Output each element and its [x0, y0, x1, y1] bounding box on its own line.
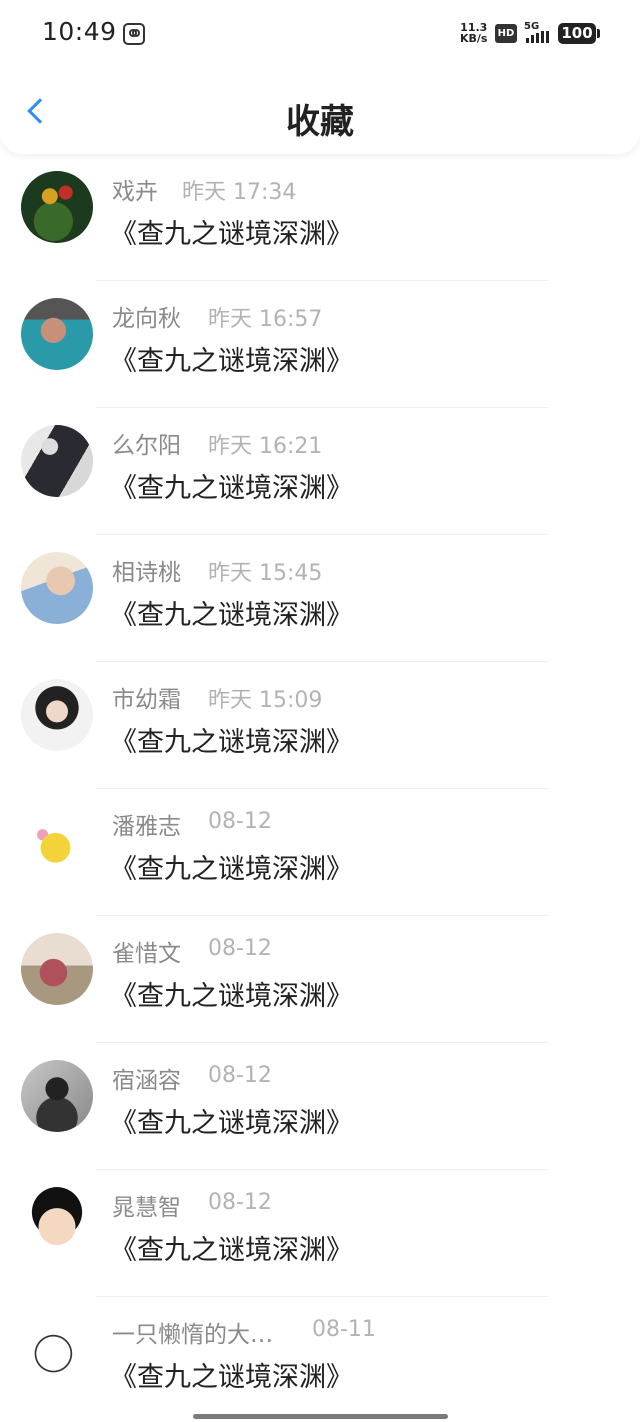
navigation-bar: 收藏 [0, 68, 640, 154]
favorite-time: 昨天 15:09 [208, 688, 323, 713]
battery-icon: 100 [558, 23, 600, 44]
network-speed: 11.3 KB/s [460, 22, 487, 44]
favorite-time: 昨天 16:57 [208, 307, 323, 332]
favorite-time: 08-11 [312, 1317, 376, 1342]
user-name: 市幼霜 [112, 687, 181, 713]
user-avatar[interactable] [21, 171, 93, 243]
user-name: 戏卉 [112, 179, 158, 205]
status-bar: 10:49 11.3 KB/s HD 5G 100 [0, 0, 640, 68]
favorite-title[interactable]: 《查九之谜境深渊》 [110, 1101, 353, 1140]
network-speed-unit: KB/s [460, 32, 488, 45]
favorite-title[interactable]: 《查九之谜境深渊》 [110, 720, 353, 759]
favorite-title[interactable]: 《查九之谜境深渊》 [110, 593, 353, 632]
favorite-list-item[interactable]: 市幼霜 昨天 15:09 《查九之谜境深渊》 [0, 662, 640, 789]
favorite-title[interactable]: 《查九之谜境深渊》 [110, 847, 353, 886]
user-name: 雀惜文 [112, 941, 181, 967]
favorite-time: 08-12 [208, 1063, 272, 1088]
favorite-time: 昨天 15:45 [208, 561, 323, 586]
favorite-title[interactable]: 《查九之谜境深渊》 [110, 339, 353, 378]
page-title: 收藏 [286, 102, 354, 142]
user-name: 晁慧智 [112, 1195, 181, 1221]
home-indicator[interactable] [193, 1414, 448, 1419]
user-avatar[interactable] [21, 1314, 93, 1386]
favorite-list-item[interactable]: 潘雅志 08-12 《查九之谜境深渊》 [0, 789, 640, 916]
favorite-title[interactable]: 《查九之谜境深渊》 [110, 212, 353, 251]
favorite-title[interactable]: 《查九之谜境深渊》 [110, 466, 353, 505]
favorite-title[interactable]: 《查九之谜境深渊》 [110, 1228, 353, 1267]
favorite-time: 08-12 [208, 1190, 272, 1215]
user-name: 潘雅志 [112, 814, 181, 840]
user-avatar[interactable] [21, 933, 93, 1005]
user-avatar[interactable] [21, 679, 93, 751]
favorite-list-item[interactable]: 相诗桃 昨天 15:45 《查九之谜境深渊》 [0, 535, 640, 662]
app-notification-icon [123, 23, 145, 45]
user-name: 宿涵容 [112, 1068, 181, 1094]
favorite-time: 08-12 [208, 936, 272, 961]
user-name: 龙向秋 [112, 306, 181, 332]
user-name: 么尔阳 [112, 433, 181, 459]
favorite-time: 昨天 17:34 [182, 180, 297, 205]
favorite-list-item[interactable]: 宿涵容 08-12 《查九之谜境深渊》 [0, 1043, 640, 1170]
hd-badge: HD [495, 24, 517, 43]
user-avatar[interactable] [21, 298, 93, 370]
favorite-list-item[interactable]: 晁慧智 08-12 《查九之谜境深渊》 [0, 1170, 640, 1297]
user-avatar[interactable] [21, 552, 93, 624]
favorite-title[interactable]: 《查九之谜境深渊》 [110, 974, 353, 1013]
favorite-list-item[interactable]: 雀惜文 08-12 《查九之谜境深渊》 [0, 916, 640, 1043]
user-avatar[interactable] [21, 1060, 93, 1132]
favorite-list-item[interactable]: 么尔阳 昨天 16:21 《查九之谜境深渊》 [0, 408, 640, 535]
favorite-time: 昨天 16:21 [208, 434, 323, 459]
user-avatar[interactable] [21, 806, 93, 878]
network-type: 5G [524, 21, 540, 32]
user-name: 一只懒惰的大… [112, 1322, 273, 1348]
user-avatar[interactable] [21, 1187, 93, 1259]
favorites-list: 戏卉 昨天 17:34 《查九之谜境深渊》 龙向秋 昨天 16:57 《查九之谜境深渊》么… [0, 154, 640, 1422]
favorite-list-item[interactable]: 一只懒惰的大… 08-11 《查九之谜境深渊》 [0, 1297, 640, 1422]
favorite-list-item[interactable]: 戏卉 昨天 17:34 《查九之谜境深渊》 [0, 154, 640, 281]
status-time: 10:49 [42, 17, 117, 46]
favorite-title[interactable]: 《查九之谜境深渊》 [110, 1355, 353, 1394]
user-name: 相诗桃 [112, 560, 181, 586]
favorite-time: 08-12 [208, 809, 272, 834]
signal-strength-icon: 5G [524, 21, 554, 45]
favorite-list-item[interactable]: 龙向秋 昨天 16:57 《查九之谜境深渊》 [0, 281, 640, 408]
user-avatar[interactable] [21, 425, 93, 497]
